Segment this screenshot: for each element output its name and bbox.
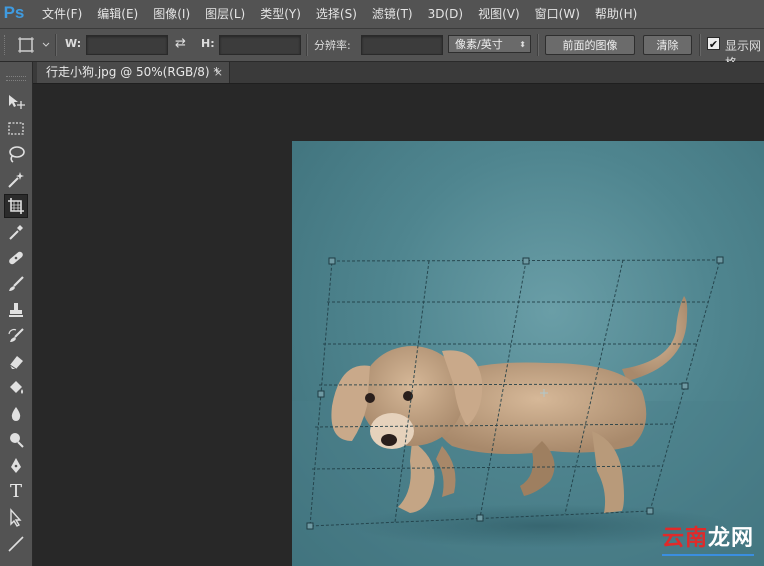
eyedropper-icon [9, 225, 23, 240]
width-input[interactable] [86, 35, 168, 55]
menu-type[interactable]: 类型(Y) [260, 0, 308, 28]
menu-window[interactable]: 窗口(W) [535, 0, 587, 28]
dog-left-eye [365, 393, 375, 403]
type-icon: T [9, 481, 22, 502]
separator [55, 34, 57, 56]
options-bar: W: ⇄ H: 分辨率: 像素/英寸 ⬍ 前面的图像 清除 ✔ 显示网格 [0, 29, 764, 70]
menu-bar: Ps 文件(F) 编辑(E) 图像(I) 图层(L) 类型(Y) 选择(S) 滤… [0, 0, 764, 29]
drop-icon [11, 407, 21, 421]
document-tab[interactable]: 行走小狗.jpg @ 50%(RGB/8) * × [37, 62, 230, 83]
clear-button[interactable]: 清除 [643, 35, 692, 55]
show-grid-checkbox[interactable]: ✔ [707, 37, 720, 51]
separator [537, 34, 539, 56]
path-selection-icon [10, 508, 22, 527]
separator [306, 34, 308, 56]
paint-bucket-icon [10, 381, 23, 394]
close-tab-icon[interactable]: × [214, 62, 223, 83]
menu-3d[interactable]: 3D(D) [428, 0, 470, 28]
rectangular-marquee-tool[interactable] [4, 116, 28, 140]
dog-tail [622, 296, 688, 381]
marquee-icon [8, 122, 24, 135]
document-title: 行走小狗.jpg @ 50%(RGB/8) * [46, 65, 220, 79]
swap-icon[interactable]: ⇄ [175, 36, 186, 51]
resolution-input[interactable] [361, 35, 443, 55]
path-selection-tool[interactable] [4, 506, 28, 530]
height-label: H: [201, 37, 215, 50]
healing-brush-tool[interactable] [4, 246, 28, 270]
height-input[interactable] [219, 35, 301, 55]
dodge-icon [10, 433, 24, 448]
bandage-icon [9, 251, 23, 265]
width-label: W: [65, 37, 82, 50]
stamp-icon [9, 303, 23, 317]
history-brush-tool[interactable] [4, 324, 28, 348]
menu-image[interactable]: 图像(I) [153, 0, 197, 28]
menu-view[interactable]: 视图(V) [478, 0, 527, 28]
perspective-crop-tool-icon [8, 198, 24, 214]
history-brush-icon [8, 328, 24, 342]
menu-select[interactable]: 选择(S) [316, 0, 364, 28]
select-arrow-icon: ⬍ [519, 40, 526, 49]
move-icon [9, 95, 25, 109]
magic-wand-tool[interactable] [4, 168, 28, 192]
eyedropper-tool[interactable] [4, 220, 28, 244]
tools-grip[interactable] [6, 76, 26, 81]
brush-icon [9, 276, 24, 291]
resolution-unit-value: 像素/英寸 [455, 38, 503, 51]
eraser-icon [9, 356, 23, 370]
eraser-tool[interactable] [4, 350, 28, 374]
menu-help[interactable]: 帮助(H) [595, 0, 644, 28]
menu-layer[interactable]: 图层(L) [205, 0, 252, 28]
tool-preset-picker[interactable] [16, 35, 52, 55]
magic-wand-icon [8, 172, 24, 188]
dog-nose [381, 434, 397, 446]
document-tab-bar: 行走小狗.jpg @ 50%(RGB/8) * × [33, 62, 764, 84]
document-image[interactable]: 云南龙网 [292, 141, 764, 566]
move-tool[interactable] [4, 90, 28, 114]
blur-tool[interactable] [4, 402, 28, 426]
lasso-icon [9, 146, 25, 163]
canvas-area[interactable]: 云南龙网 [33, 84, 764, 566]
resolution-label: 分辨率: [314, 39, 351, 52]
type-tool[interactable]: T [4, 480, 28, 504]
line-tool[interactable] [4, 532, 28, 556]
clone-stamp-tool[interactable] [4, 298, 28, 322]
watermark: 云南龙网 [661, 520, 754, 556]
line-icon [8, 536, 24, 552]
separator [699, 34, 701, 56]
dog-photo [292, 256, 764, 566]
perspective-crop-icon [18, 37, 50, 53]
menu-filter[interactable]: 滤镜(T) [372, 0, 420, 28]
pen-icon [11, 458, 21, 473]
options-grip[interactable] [4, 35, 8, 55]
menu-file[interactable]: 文件(F) [42, 0, 89, 28]
paint-bucket-tool[interactable] [4, 376, 28, 400]
pen-tool[interactable] [4, 454, 28, 478]
dodge-tool[interactable] [4, 428, 28, 452]
crop-tool[interactable] [4, 194, 28, 218]
watermark-part1: 云南 [661, 526, 708, 551]
lasso-tool[interactable] [4, 142, 28, 166]
tools-panel: T [0, 62, 33, 566]
front-image-button[interactable]: 前面的图像 [545, 35, 635, 55]
menu-edit[interactable]: 编辑(E) [97, 0, 145, 28]
photoshop-logo: Ps [3, 3, 25, 22]
brush-tool[interactable] [4, 272, 28, 296]
watermark-part2: 龙网 [707, 526, 754, 551]
resolution-unit-select[interactable]: 像素/英寸 ⬍ [448, 35, 531, 53]
watermark-underline [661, 554, 754, 556]
menu-items: 文件(F) 编辑(E) 图像(I) 图层(L) 类型(Y) 选择(S) 滤镜(T… [42, 0, 652, 28]
